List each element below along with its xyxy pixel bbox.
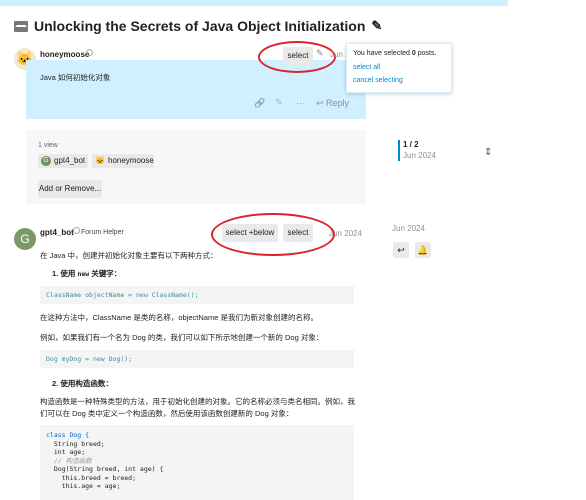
selected-posts-text: You have selected 0 posts. [353,50,437,57]
shield-icon [73,227,80,234]
user-title: Forum Helper [81,229,124,236]
timeline-position: 1 / 2 [403,140,419,149]
link-icon[interactable]: 🔗 [254,98,265,109]
select-all-link[interactable]: select all [353,64,380,71]
post2-intro: 在 Java 中，创建并初始化对象主要有以下两种方式： [40,251,218,260]
reply-icon: ↩ [316,98,327,108]
reply-button[interactable]: ↩ Reply [316,98,349,109]
post2-paragraph-4b: 们可以在 Dog 类中定义一个构造函数，然后使用该函数创建新的 Dog 对象： [40,409,294,418]
notification-bell-icon[interactable]: 🔔 [415,242,431,258]
red-highlight-oval [211,213,335,256]
edit-title-pencil-icon[interactable]: ✎ [371,18,382,34]
add-remove-button[interactable]: Add or Remove... [38,180,102,198]
code-block-1: ClassName objectName = new ClassName(); [40,286,354,304]
selection-popup: You have selected 0 posts. select all ca… [346,43,452,93]
participant-gpt4-bot[interactable]: Ggpt4_bot [38,154,88,168]
participant-honeymoose[interactable]: 🐱 honeymoose [92,154,154,168]
post1-username[interactable]: honeymoose [40,50,89,59]
edit-icon[interactable]: ✎ [275,97,283,108]
post2-username[interactable]: gpt4_bot [40,228,74,237]
avatar-gpt4-bot[interactable]: G [14,228,36,250]
red-highlight-oval [258,41,336,73]
edit-pencil-icon[interactable]: ✎ [316,48,324,59]
header-bar [0,0,508,6]
topic-title[interactable]: Unlocking the Secrets of Java Object Ini… [34,18,365,34]
envelope-icon [14,20,28,32]
post2-paragraph-2: 在这种方法中，ClassName 是类的名称，objectName 是我们为新对… [40,313,318,322]
code-block-2: Dog myDog = new Dog(); [40,350,354,368]
post2-paragraph-4a: 构造函数是一种特殊类型的方法，用于初始化创建的对象。它的名称必须与类名相同。例如… [40,397,355,406]
timeline-scroller[interactable] [398,140,400,161]
cancel-selecting-link[interactable]: cancel selecting [353,77,403,84]
list-item-2: 2. 使用构造函数： [52,379,113,388]
list-item-1: 1. 使用 new 关键字： [52,269,122,278]
views-count: 1 view [38,142,58,149]
timeline-date: Jun 2024 [403,151,436,160]
post2-paragraph-3: 例如，如果我们有一个名为 Dog 的类，我们可以如下所示地创建一个新的 Dog … [40,333,324,342]
post1-body: Java 如何初始化对象 [40,73,111,82]
timeline-bottom-date: Jun 2024 [392,224,425,233]
code-block-3: class Dog { String breed; int age; // 构造… [40,425,354,500]
back-icon[interactable]: ↩ [393,242,409,258]
expand-icon[interactable]: ⇕ [484,147,492,158]
topic-title-row: Unlocking the Secrets of Java Object Ini… [14,18,382,34]
shield-icon [86,49,93,56]
more-icon[interactable]: ⋯ [296,98,305,109]
